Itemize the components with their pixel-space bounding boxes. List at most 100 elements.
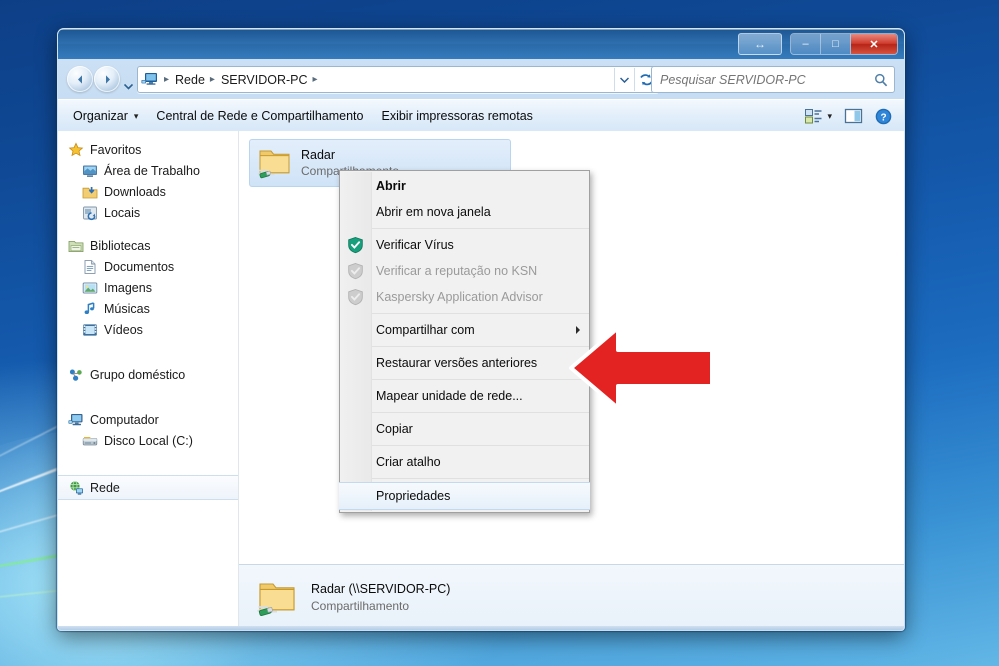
search-box[interactable]	[651, 66, 895, 93]
menu-item-mapear-unidade-de-rede[interactable]: Mapear unidade de rede...	[340, 383, 589, 409]
menu-item-compartilhar-com[interactable]: Compartilhar com	[340, 317, 589, 343]
sidebar-label: Imagens	[104, 280, 152, 295]
menu-item-abrir-em-nova-janela[interactable]: Abrir em nova janela	[340, 199, 589, 225]
sidebar-label: Computador	[90, 412, 159, 427]
libraries-icon	[68, 240, 84, 252]
shared-folder-icon	[257, 582, 295, 616]
address-dropdown-button[interactable]	[614, 68, 634, 91]
menu-item-copiar[interactable]: Copiar	[340, 416, 589, 442]
sidebar-label: Documentos	[104, 259, 175, 274]
menu-separator	[372, 412, 589, 413]
breadcrumb-rede[interactable]: Rede	[172, 73, 208, 87]
resize-button[interactable]: ↔	[738, 33, 782, 55]
sidebar-item-imagens[interactable]: Imagens	[58, 277, 238, 298]
downloads-icon	[82, 186, 98, 198]
menu-separator	[372, 379, 589, 380]
menu-separator	[372, 228, 589, 229]
star-icon	[68, 141, 84, 156]
breadcrumb-separator[interactable]: ▸	[311, 74, 321, 85]
pictures-icon	[82, 282, 98, 293]
network-icon	[70, 480, 83, 495]
sidebar-item-disco-local-c[interactable]: Disco Local (C:)	[58, 430, 238, 451]
sidebar-item-bibliotecas[interactable]: Bibliotecas	[58, 235, 238, 256]
breadcrumb-servidor-pc[interactable]: SERVIDOR-PC	[218, 73, 311, 87]
search-icon[interactable]	[874, 73, 888, 87]
command-toolbar: Organizar ▾ Central de Rede e Compartilh…	[58, 99, 904, 133]
sidebar-label: Favoritos	[90, 142, 142, 157]
chevron-down-icon	[123, 83, 134, 90]
address-bar[interactable]: ▸ Rede ▸ SERVIDOR-PC ▸	[137, 66, 659, 93]
svg-text:?: ?	[880, 112, 886, 123]
sidebar-item-computador[interactable]: Computador	[58, 409, 238, 430]
status-strip	[58, 626, 904, 630]
menu-item-criar-atalho[interactable]: Criar atalho	[340, 449, 589, 475]
menu-item-propriedades[interactable]: Propriedades	[339, 482, 590, 510]
menu-item-label: Compartilhar com	[376, 323, 475, 337]
close-button[interactable]: ✕	[851, 34, 897, 54]
network-sharing-center-button[interactable]: Central de Rede e Compartilhamento	[147, 105, 372, 127]
preview-pane-button[interactable]	[838, 104, 869, 128]
sidebar-item-area-de-trabalho[interactable]: Área de Trabalho	[58, 160, 238, 181]
menu-item-restaurar-versoes-anteriores[interactable]: Restaurar versões anteriores	[340, 350, 589, 376]
title-bar[interactable]: ↔ – □ ✕	[58, 29, 904, 59]
menu-item-verificar-virus[interactable]: Verificar Vírus	[340, 232, 589, 258]
sidebar-item-downloads[interactable]: Downloads	[58, 181, 238, 202]
change-view-button[interactable]: ▾	[799, 105, 838, 128]
forward-button[interactable]	[94, 66, 120, 92]
details-pane: Radar (\\SERVIDOR-PC) Compartilhamento	[239, 564, 904, 630]
menu-item-label: Verificar a reputação no KSN	[376, 264, 538, 278]
sidebar-item-grupo-domestico[interactable]: Grupo doméstico	[58, 364, 238, 385]
organize-label: Organizar	[73, 109, 128, 123]
view-caret-icon: ▾	[827, 110, 832, 121]
help-button[interactable]: ?	[869, 104, 898, 129]
back-button[interactable]	[67, 66, 93, 92]
sidebar-item-favoritos[interactable]: Favoritos	[58, 139, 238, 160]
sidebar-label: Área de Trabalho	[104, 163, 200, 178]
context-menu: Abrir Abrir em nova janela Verificar Vír…	[339, 170, 590, 513]
music-icon	[84, 301, 95, 314]
forward-arrow-icon	[105, 74, 110, 84]
videos-icon	[83, 323, 97, 336]
details-subtitle: Compartilhamento	[311, 599, 410, 613]
sidebar-label: Downloads	[104, 184, 166, 199]
view-layout-icon	[805, 108, 822, 123]
navigation-pane: Favoritos Área de Trabalho Downloads Loc…	[58, 131, 239, 630]
preview-pane-icon	[844, 108, 863, 124]
sidebar-label: Disco Local (C:)	[104, 433, 193, 448]
sidebar-item-musicas[interactable]: Músicas	[58, 298, 238, 319]
kaspersky-shield-gray-icon	[348, 289, 363, 306]
menu-item-abrir[interactable]: Abrir	[340, 173, 589, 199]
organize-button[interactable]: Organizar ▾	[64, 105, 147, 127]
hard-drive-icon	[82, 436, 98, 445]
view-remote-printers-button[interactable]: Exibir impressoras remotas	[372, 105, 541, 127]
sidebar-item-locais[interactable]: Locais	[58, 202, 238, 223]
help-icon: ?	[875, 108, 892, 124]
navigation-bar: ▸ Rede ▸ SERVIDOR-PC ▸	[58, 59, 904, 99]
details-text: Radar (\\SERVIDOR-PC) Compartilhamento	[311, 582, 450, 613]
maximize-button[interactable]: □	[821, 34, 851, 54]
sidebar-item-rede[interactable]: Rede	[58, 475, 238, 500]
sidebar-label: Rede	[90, 480, 120, 495]
recent-locations-button[interactable]	[123, 77, 134, 90]
menu-separator	[372, 478, 589, 479]
titlebar-highlight	[58, 29, 904, 30]
homegroup-icon	[69, 369, 82, 381]
menu-separator	[372, 445, 589, 446]
sidebar-label: Músicas	[104, 301, 150, 316]
shared-folder-icon	[257, 150, 290, 179]
red-pointer-arrow	[566, 322, 716, 414]
sidebar-label: Locais	[104, 205, 141, 220]
sidebar-item-videos[interactable]: Vídeos	[58, 319, 238, 340]
minimize-button[interactable]: –	[791, 34, 821, 54]
sidebar-item-documentos[interactable]: Documentos	[58, 256, 238, 277]
network-computer-icon	[141, 71, 160, 88]
back-arrow-icon	[77, 74, 82, 84]
documents-icon	[84, 259, 96, 274]
breadcrumb-separator[interactable]: ▸	[208, 74, 218, 85]
search-input[interactable]	[658, 71, 874, 88]
breadcrumb-separator: ▸	[164, 74, 170, 85]
